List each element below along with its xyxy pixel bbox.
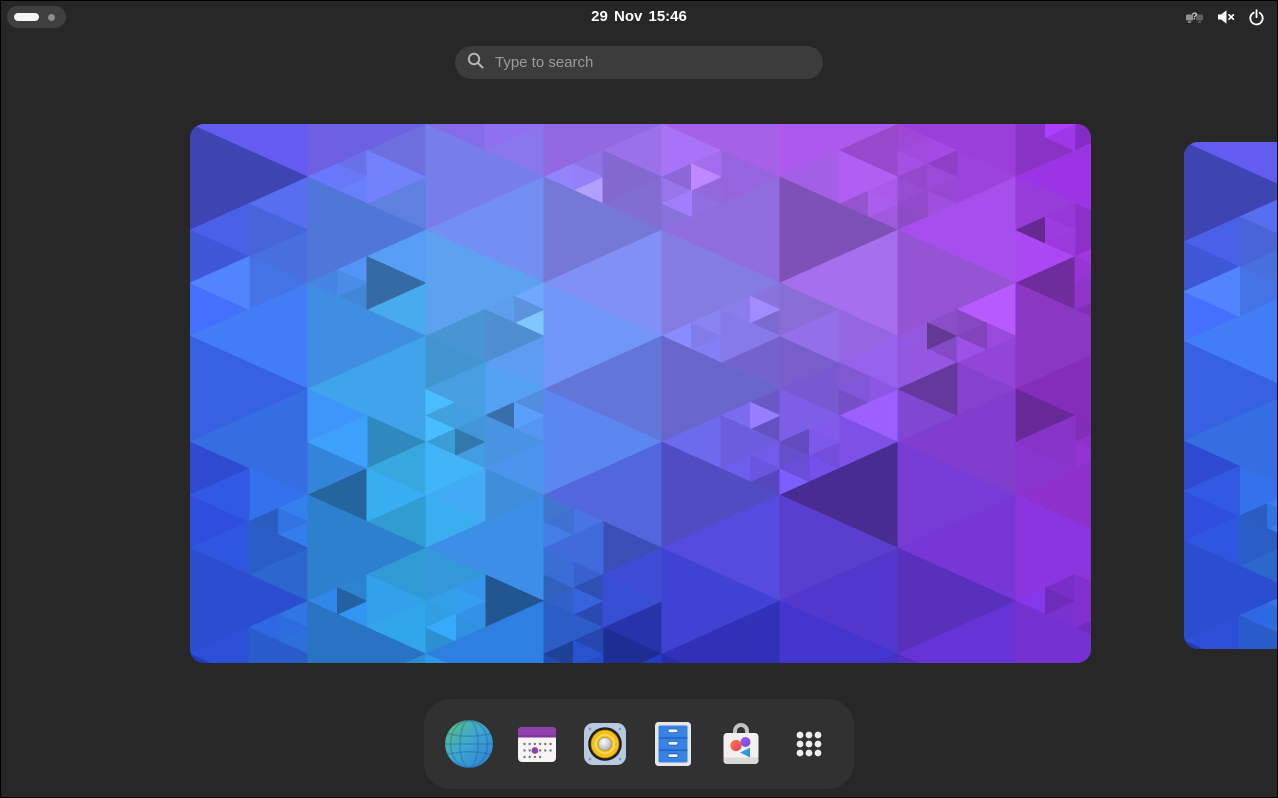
workspace-dot-icon[interactable] xyxy=(48,14,55,21)
svg-text:?: ? xyxy=(1191,11,1197,22)
search-icon xyxy=(467,52,484,74)
clock-button[interactable]: 29 Nov 15:46 xyxy=(591,1,687,33)
show-apps-grid-icon xyxy=(784,719,834,769)
dock-item-files[interactable] xyxy=(648,719,698,769)
power-icon[interactable] xyxy=(1248,9,1265,26)
files-cabinet-icon xyxy=(648,719,698,769)
dock-item-music[interactable] xyxy=(580,719,630,769)
gnome-activities-overview: 29 Nov 15:46 ? xyxy=(0,0,1278,798)
workspace-preview-current[interactable] xyxy=(190,124,1091,663)
top-bar: 29 Nov 15:46 ? xyxy=(1,1,1277,33)
dash xyxy=(424,699,854,789)
workspace-indicator[interactable] xyxy=(7,6,66,28)
search-bar xyxy=(455,46,823,79)
network-offline-question-icon[interactable]: ? xyxy=(1185,9,1204,26)
workspace-active-pill-icon[interactable] xyxy=(14,13,39,21)
web-browser-globe-icon xyxy=(444,719,494,769)
music-speaker-icon xyxy=(580,719,630,769)
dock-item-software[interactable] xyxy=(716,719,766,769)
workspace-preview-next[interactable] xyxy=(1184,142,1278,649)
software-bag-icon xyxy=(716,719,766,769)
calendar-icon xyxy=(512,719,562,769)
volume-muted-icon[interactable] xyxy=(1217,9,1235,25)
system-status-area[interactable]: ? xyxy=(1181,1,1269,33)
dock-item-show-apps[interactable] xyxy=(784,719,834,769)
dock-item-web[interactable] xyxy=(444,719,494,769)
dock-item-calendar[interactable] xyxy=(512,719,562,769)
search-input[interactable] xyxy=(493,53,811,72)
